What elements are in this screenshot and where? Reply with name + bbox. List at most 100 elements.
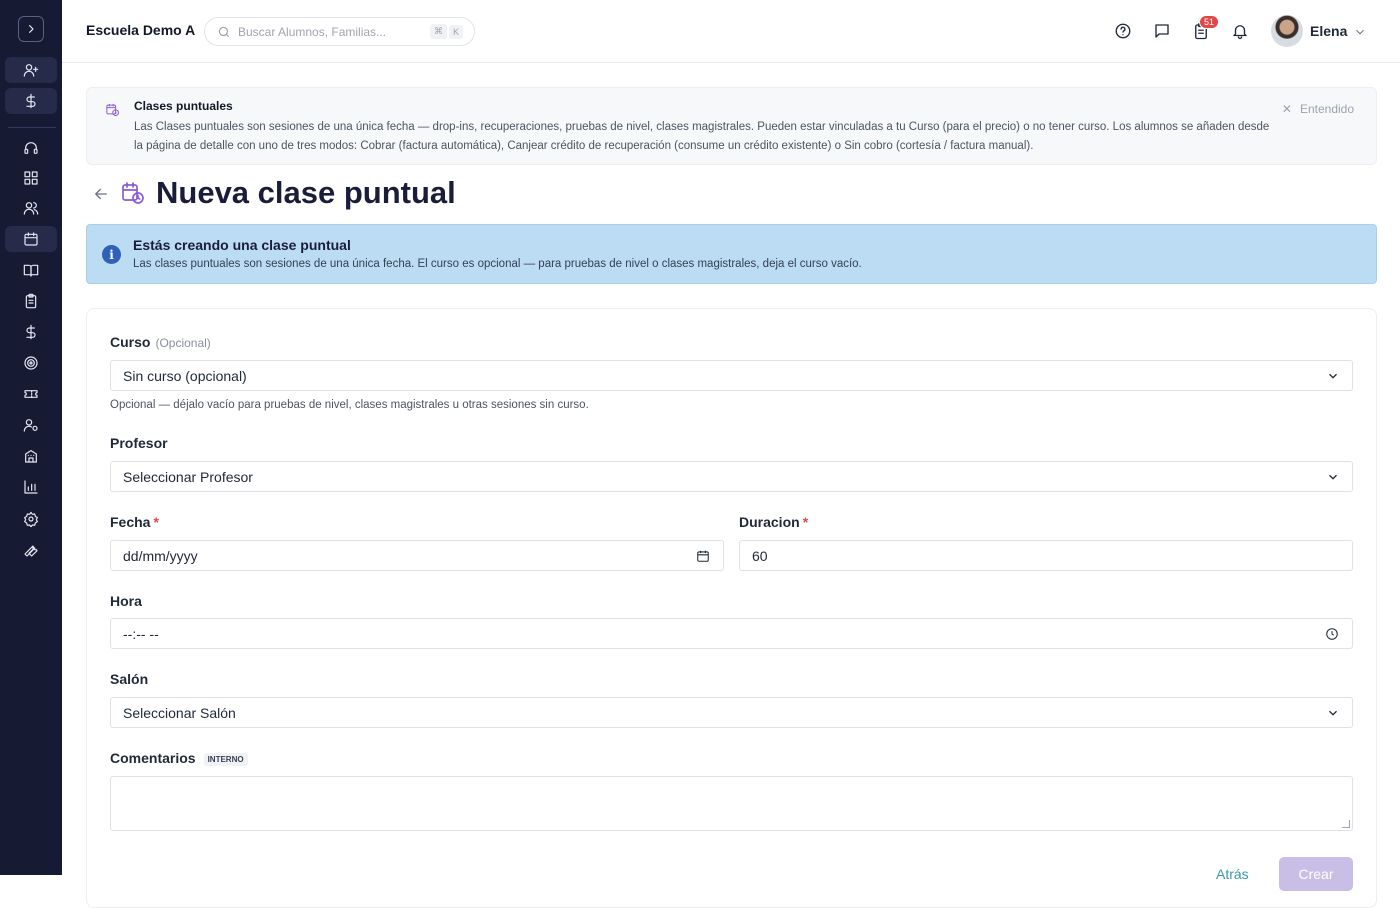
sidebar-item-support[interactable] xyxy=(5,135,57,161)
required-mark: * xyxy=(153,514,159,530)
help-button[interactable] xyxy=(1113,21,1133,41)
curso-select-value: Sin curso (opcional) xyxy=(123,367,247,384)
sidebar-item-billing[interactable] xyxy=(5,319,57,345)
fecha-input-value: dd/mm/yyyy xyxy=(123,547,198,564)
target-icon xyxy=(24,356,38,370)
gear-icon xyxy=(24,511,38,527)
wrench-icon xyxy=(24,545,38,557)
sidebar-divider xyxy=(8,127,56,128)
curso-label-text: Curso xyxy=(110,334,151,350)
help-circle-icon xyxy=(1115,23,1131,39)
curso-label: Curso (Opcional) xyxy=(110,334,211,350)
chevron-right-icon xyxy=(29,25,34,33)
clock-icon[interactable] xyxy=(1325,627,1339,644)
sidebar-item-users[interactable] xyxy=(5,195,57,221)
sidebar-item-school[interactable] xyxy=(5,443,57,469)
school-name[interactable]: Escuela Demo A xyxy=(86,22,195,38)
tasks-count-badge: 51 xyxy=(1199,15,1220,29)
dismiss-label: Entendido xyxy=(1299,102,1354,116)
book-icon xyxy=(23,264,39,277)
search-input[interactable] xyxy=(238,24,428,39)
info-icon: i xyxy=(102,245,121,264)
salon-label: Salón xyxy=(110,671,149,687)
sidebar-item-settings[interactable] xyxy=(5,506,57,532)
sidebar-item-courses[interactable] xyxy=(5,257,57,283)
users-icon xyxy=(23,202,39,215)
back-link-button[interactable]: Atrás xyxy=(1216,866,1249,882)
fecha-label: Fecha * xyxy=(110,514,159,530)
dollar-icon xyxy=(26,324,36,340)
curso-help-text: Opcional — déjalo vacío para pruebas de … xyxy=(110,399,589,411)
hora-input-value: --:-- -- xyxy=(123,625,159,642)
duracion-label: Duracion * xyxy=(739,514,808,530)
arrow-left-icon xyxy=(94,188,107,200)
page-title: Nueva clase puntual xyxy=(156,175,456,210)
sidebar-item-goals[interactable] xyxy=(5,350,57,376)
sidebar-item-add-user[interactable] xyxy=(5,57,57,83)
ticket-icon xyxy=(24,390,38,398)
sidebar-item-dashboard[interactable] xyxy=(5,165,57,191)
close-icon: ✕ xyxy=(1281,102,1292,116)
internal-tag: INTERNO xyxy=(203,752,248,766)
chevron-down-icon xyxy=(1356,29,1364,35)
sidebar-item-calendar[interactable] xyxy=(5,226,57,252)
search-icon xyxy=(218,26,230,37)
sidebar-item-tickets[interactable] xyxy=(5,381,57,407)
sidebar-item-tools[interactable] xyxy=(5,537,57,563)
sidebar-item-staff[interactable] xyxy=(5,412,57,438)
bar-chart-icon xyxy=(24,480,38,494)
dollar-icon xyxy=(26,93,36,109)
notice-title: Clases puntuales xyxy=(134,99,233,113)
notifications-button[interactable] xyxy=(1230,21,1250,41)
sidebar-expand-button[interactable] xyxy=(18,16,44,42)
grid-icon xyxy=(24,171,38,185)
sidebar-item-tasks[interactable] xyxy=(5,288,57,314)
dismiss-notice-button[interactable]: ✕ Entendido xyxy=(1282,102,1354,116)
back-button[interactable] xyxy=(92,185,110,208)
sidebar-item-payments[interactable] xyxy=(5,88,57,114)
user-gear-icon xyxy=(23,419,38,432)
sidebar-item-reports[interactable] xyxy=(5,474,57,500)
salon-select[interactable]: Seleccionar Salón xyxy=(110,697,1353,728)
hora-input[interactable]: --:-- -- xyxy=(110,618,1353,649)
building-icon xyxy=(25,450,37,463)
notice-body: Las Clases puntuales son sesiones de una… xyxy=(134,121,1270,152)
sidebar xyxy=(0,0,62,875)
calendar-icon xyxy=(24,232,38,246)
curso-optional-hint: (Opcional) xyxy=(155,336,211,350)
user-menu-button[interactable] xyxy=(1353,25,1367,39)
calendar-clock-icon xyxy=(121,181,145,210)
top-bar: Escuela Demo A ⌘ K 51 Elena xyxy=(62,0,1400,63)
user-plus-icon xyxy=(23,64,39,77)
profesor-label: Profesor xyxy=(110,435,168,451)
comentarios-label: Comentarios INTERNO xyxy=(110,750,248,766)
avatar[interactable] xyxy=(1271,15,1303,47)
create-button[interactable]: Crear xyxy=(1279,857,1353,891)
resize-handle[interactable] xyxy=(1342,820,1350,828)
comentarios-label-text: Comentarios xyxy=(110,750,196,766)
duracion-input[interactable]: 60 xyxy=(739,540,1353,571)
user-name[interactable]: Elena xyxy=(1310,23,1347,39)
clipboard-icon xyxy=(25,293,37,309)
calendar-icon[interactable] xyxy=(696,549,710,566)
chevron-down-icon xyxy=(1326,369,1340,386)
salon-select-value: Seleccionar Salón xyxy=(123,704,236,721)
shortcut-key-k: K xyxy=(449,24,464,39)
fecha-input[interactable]: dd/mm/yyyy xyxy=(110,540,724,571)
chevron-down-icon xyxy=(1326,706,1340,723)
calendar-clock-icon xyxy=(105,102,120,122)
profesor-select[interactable]: Seleccionar Profesor xyxy=(110,461,1353,492)
info-alert: i Estás creando una clase puntual Las cl… xyxy=(86,224,1377,284)
headset-icon xyxy=(24,142,38,154)
curso-select[interactable]: Sin curso (opcional) xyxy=(110,360,1353,391)
bell-icon xyxy=(1233,25,1247,40)
feature-notice: Clases puntuales Las Clases puntuales so… xyxy=(86,87,1377,165)
duracion-label-text: Duracion xyxy=(739,514,800,530)
comentarios-textarea[interactable] xyxy=(110,776,1353,831)
required-mark: * xyxy=(802,514,809,530)
messages-button[interactable] xyxy=(1152,21,1172,41)
message-square-icon xyxy=(1155,24,1169,38)
hora-label: Hora xyxy=(110,593,142,609)
chevron-down-icon xyxy=(1326,470,1340,487)
search-box[interactable]: ⌘ K xyxy=(204,17,475,46)
